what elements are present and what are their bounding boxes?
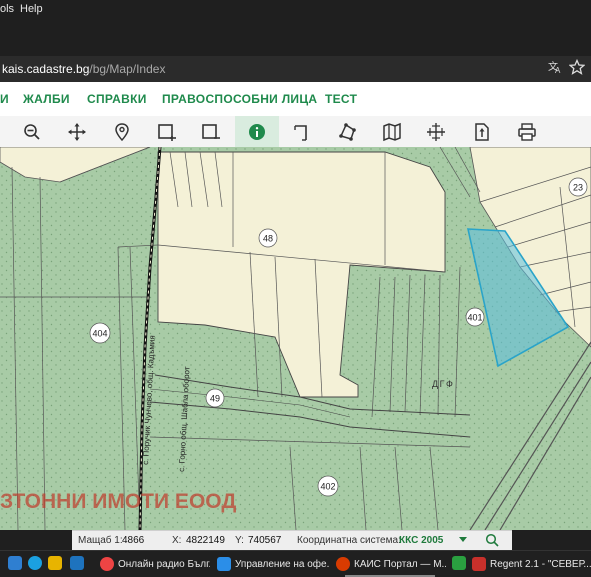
firefox-icon [336,557,350,571]
company-overlay-text: ЗТОННИ ИМОТИ ЕООД [0,490,236,513]
excel-icon[interactable] [452,556,466,570]
select-rect-alt-icon[interactable] [189,116,233,147]
polygon-icon[interactable] [325,116,369,147]
measure-icon[interactable] [280,116,324,147]
menu-help[interactable]: Help [20,3,43,15]
scale-label: Мащаб 1: [78,535,123,546]
crs-label: Координатна система: [297,535,401,546]
main-nav: И ЖАЛБИ СПРАВКИ ПРАВОСПОСОБНИ ЛИЦА ТЕСТ [0,82,591,117]
folder-icon[interactable] [48,556,62,570]
print-icon[interactable] [505,116,549,147]
taskbar: Онлайн радио Бълг... Управление на офе..… [0,550,591,577]
nav-item-partial[interactable]: И [0,92,9,106]
svg-text:A: A [555,66,561,75]
nav-item-licensed-persons[interactable]: ПРАВОСПОСОБНИ ЛИЦА [162,92,317,106]
chevron-down-icon[interactable] [458,534,468,547]
browser-tabs-area [0,20,591,56]
location-pin-icon[interactable] [100,116,144,147]
parcel-label-49: 49 [210,394,220,404]
app-icon[interactable] [70,556,84,570]
parcel-label-48: 48 [263,234,273,244]
pan-icon[interactable] [55,116,99,147]
scale-value: 4866 [122,535,145,546]
menu-tools[interactable]: ols [0,3,14,15]
browser-icon [217,557,231,571]
select-rect-icon[interactable] [145,116,189,147]
parcel-label-401: 401 [467,313,482,323]
regent-icon [472,557,486,571]
menu-bar: ols Help [0,0,591,20]
map-layers-icon[interactable] [370,116,414,147]
translate-icon[interactable]: 文A [545,59,565,79]
parcel-label-404: 404 [92,329,107,339]
map-canvas[interactable]: 48 401 404 49 402 23 ДГФ с. Поручик Чунч… [0,147,591,530]
taskbar-app-kais[interactable]: КАИС Портал — М... [336,554,446,574]
y-value: 740567 [248,535,282,546]
zoom-out-icon[interactable] [10,116,54,147]
edge-icon[interactable] [28,556,42,570]
star-icon[interactable] [567,58,587,79]
parcel-label-402: 402 [320,482,335,492]
nav-item-complaints[interactable]: ЖАЛБИ [23,92,70,106]
search-icon[interactable] [485,533,499,550]
cadastral-map[interactable]: 48 401 404 49 402 23 ДГФ с. Поручик Чунч… [0,147,591,530]
taskbar-app-radio[interactable]: Онлайн радио Бълг... [100,554,210,574]
taskbar-app-management[interactable]: Управление на офе... [217,554,329,574]
x-label: X: [172,535,182,546]
owner-label: ДГФ [432,379,454,389]
url-text[interactable]: kais.cadastre.bg/bg/Map/Index [2,62,165,76]
taskbar-app-regent[interactable]: Regent 2.1 - "СЕВЕР... [472,554,591,574]
parcel-label-23: 23 [573,183,583,193]
crs-select[interactable]: ККС 2005 [399,535,443,546]
info-icon[interactable] [235,116,279,147]
pinned-app-icon[interactable] [8,556,22,570]
export-icon[interactable] [460,116,504,147]
x-value: 4822149 [186,535,225,546]
nav-item-test[interactable]: ТЕСТ [325,92,357,106]
y-label: Y: [235,535,244,546]
nav-item-references[interactable]: СПРАВКИ [87,92,147,106]
address-bar[interactable]: kais.cadastre.bg/bg/Map/Index 文A [0,56,591,82]
map-toolbar [0,116,591,148]
chrome-icon [100,557,114,571]
map-status-bar: Мащаб 1: 4866 X: 4822149 Y: 740567 Коорд… [72,530,512,551]
coordinates-icon[interactable] [414,116,458,147]
